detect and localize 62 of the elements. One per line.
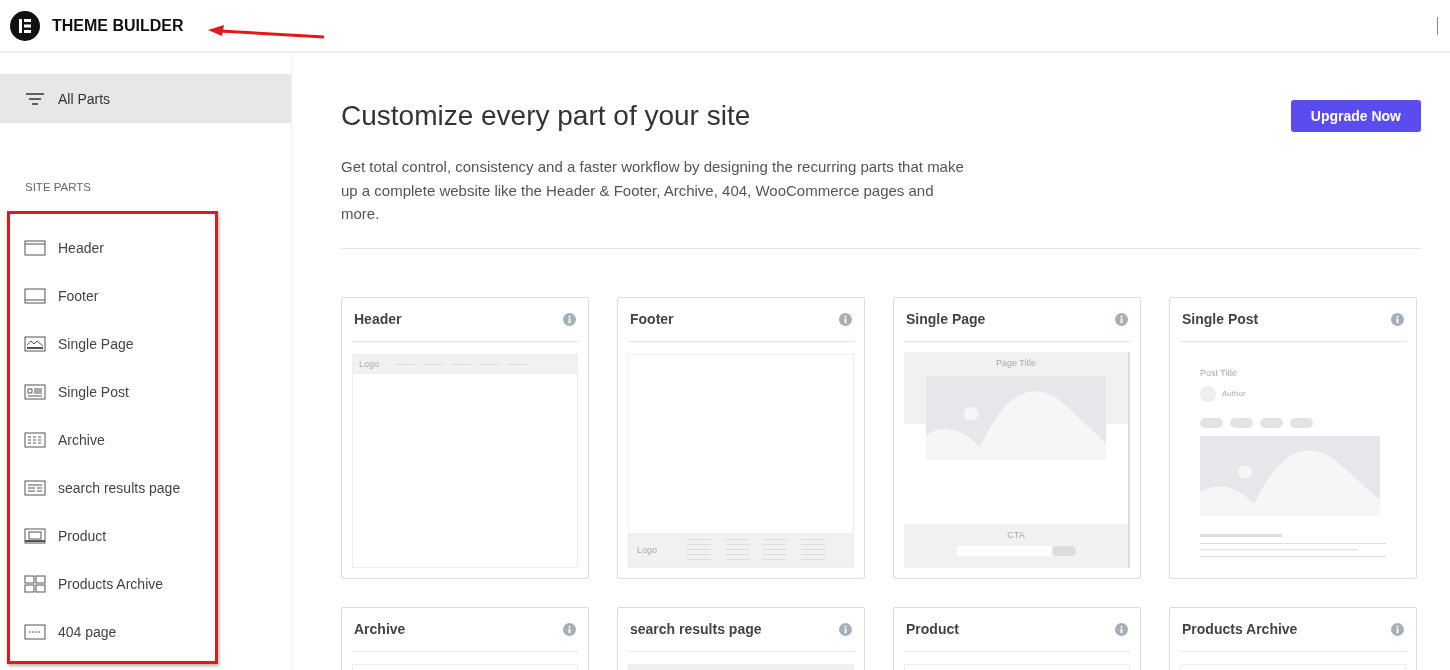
divider-handle[interactable] [1437,16,1438,35]
button-placeholder [1051,545,1076,556]
window-icon [24,287,46,305]
template-card[interactable]: Single Post Post Title Author [1169,296,1417,579]
card-title: Single Page [906,311,986,327]
card-title: Products Archive [1182,621,1298,637]
page-icon [24,623,46,641]
upgrade-button[interactable]: Upgrade Now [1290,100,1421,132]
preview-text: Logo [359,359,380,369]
info-icon[interactable] [563,312,576,326]
page-heading: Customize every part of your site [341,100,751,132]
preview-text: CTA [1007,529,1025,540]
template-card[interactable]: search results page [617,606,865,670]
template-card[interactable]: Header Logo [341,296,589,579]
sidebar-item[interactable]: search results page [10,464,215,512]
info-icon[interactable] [1115,312,1128,326]
app-title: THEME BUILDER [52,16,184,35]
info-icon[interactable] [839,622,852,636]
template-card[interactable]: Archive [341,606,589,670]
template-card[interactable]: Footer Logo [617,296,865,579]
description: Get total control, consistency and a faster workflow by designing the recurring parts that make up a complete website like the Header & Footer, Archive, 404, WooCommerce pages and more. [341,157,965,224]
preview-text: Page Title [996,357,1036,370]
sidebar-item[interactable]: Product [10,512,215,560]
card-title: Single Post [1182,311,1259,327]
info-icon[interactable] [1391,312,1404,326]
tag-placeholder [1290,417,1313,428]
filter-icon [26,92,44,105]
all-parts-item[interactable]: All Parts [0,74,291,123]
section-title: SITE PARTS [25,181,93,193]
template-card[interactable]: Products Archive [1169,606,1417,670]
sidebar-item[interactable]: Header [10,224,215,272]
preview-text: Post Title [1200,367,1238,378]
card-title: Header [354,311,402,327]
info-icon[interactable] [563,622,576,636]
tag-placeholder [1260,417,1283,428]
window-icon [24,239,46,257]
logo-icon [10,10,40,41]
info-icon[interactable] [1115,622,1128,636]
template-card[interactable]: Product [893,606,1141,670]
grid-icon [24,431,46,449]
tag-placeholder [1230,417,1253,428]
sidebar-item[interactable]: Footer [10,272,215,320]
sidebar-item[interactable]: Archive [10,416,215,464]
box-icon [24,527,46,545]
image-icon [24,335,46,353]
preview-text: Author [1222,389,1246,398]
sidebar-item[interactable]: 404 page [10,608,215,656]
template-card[interactable]: Single Page Page Title CTA [893,296,1141,579]
card-title: Footer [630,311,674,327]
card-title: Product [906,621,959,637]
info-icon[interactable] [1391,622,1404,636]
sidebar-item[interactable]: Single Post [10,368,215,416]
tag-placeholder [1200,417,1223,428]
sidebar-item[interactable]: Products Archive [10,560,215,608]
info-icon[interactable] [839,312,852,326]
card-title: Archive [354,621,406,637]
card-title: search results page [630,621,762,637]
list-icon [24,479,46,497]
grid-icon [24,575,46,593]
preview-text: Logo [637,544,658,555]
document-icon [24,383,46,401]
sidebar-item[interactable]: Single Page [10,320,215,368]
